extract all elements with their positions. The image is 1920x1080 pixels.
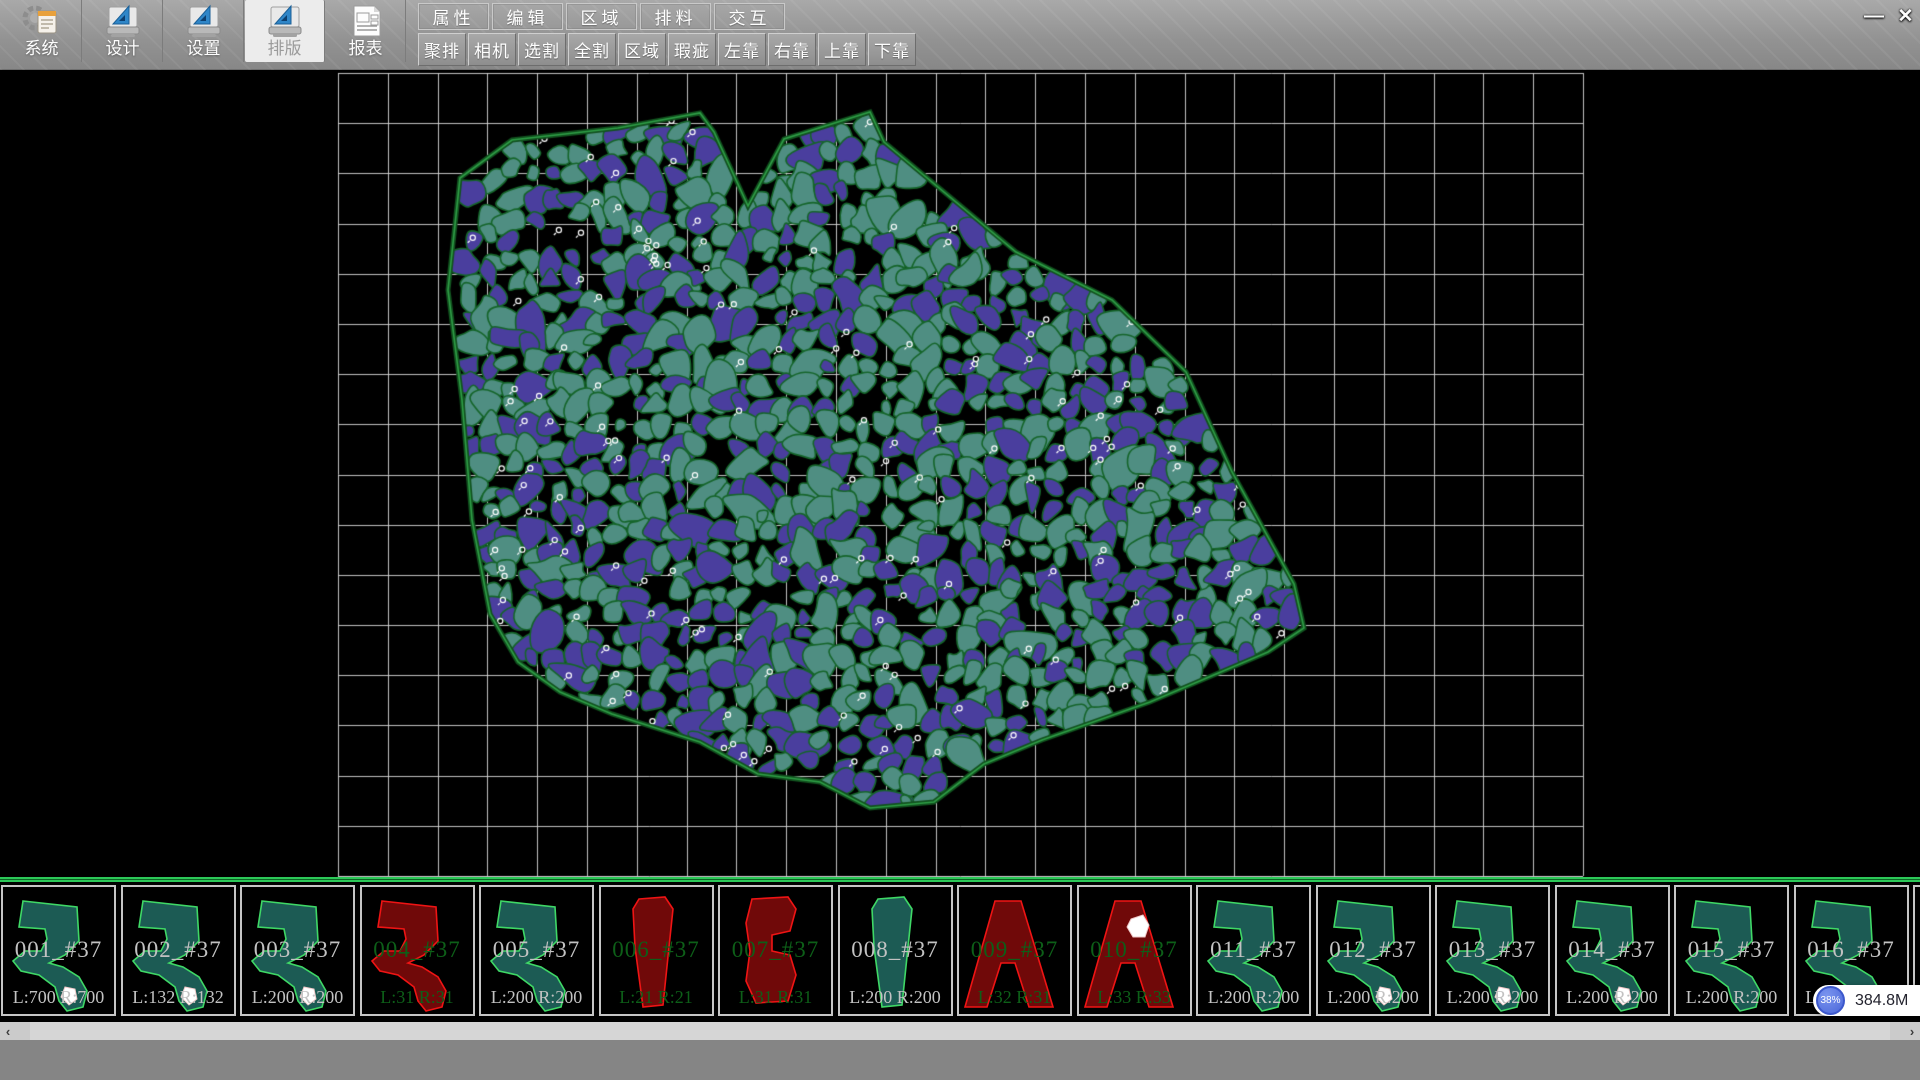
action-button-2[interactable]: 相机 — [468, 33, 516, 66]
piece-name-label: 008_#37 — [840, 937, 951, 963]
action-button-6[interactable]: 瑕疵 — [668, 33, 716, 66]
nesting-canvas[interactable] — [0, 70, 1920, 877]
piece-name-label: 016_#37 — [1796, 937, 1907, 963]
menu-tab-1[interactable]: 属性 — [418, 3, 489, 30]
menu-tab-5[interactable]: 交互 — [714, 3, 785, 30]
thumbnail-piece-10[interactable]: 010_#37 L:33 R:33 — [1077, 885, 1192, 1016]
thumbnail-piece-2[interactable]: 002_#37 L:132 R:132 — [121, 885, 236, 1016]
piece-name-label: 004_#37 — [362, 937, 473, 963]
app-window: 系统设计设置排版报表 属性编辑区域排料交互 聚排相机选割全割区域瑕疵左靠右靠上靠… — [0, 0, 1920, 1080]
nav-button-2[interactable]: 设计 — [83, 0, 163, 62]
piece-name-label: 010_#37 — [1079, 937, 1190, 963]
piece-count-label: L:200 R:200 — [242, 987, 353, 1008]
design-ruler-icon — [101, 3, 145, 39]
nav-button-label: 排版 — [268, 39, 302, 59]
piece-count-label: L:31 R:31 — [720, 987, 831, 1008]
thumbnail-piece-11[interactable]: 011_#37 L:200 R:200 — [1196, 885, 1311, 1016]
action-button-3[interactable]: 选割 — [518, 33, 566, 66]
nesting-ruler-icon — [263, 3, 307, 39]
piece-count-label: L:200 R:200 — [840, 987, 951, 1008]
piece-name-label: 017_#37 — [1915, 937, 1920, 963]
thumbnail-piece-4[interactable]: 004_#37 L:31 R:31 — [360, 885, 475, 1016]
close-button[interactable]: ✕ — [1891, 4, 1920, 28]
piece-name-label: 009_#37 — [959, 937, 1070, 963]
action-button-4[interactable]: 全割 — [568, 33, 616, 66]
thumbnail-piece-15[interactable]: 015_#37 L:200 R:200 — [1674, 885, 1789, 1016]
action-button-8[interactable]: 右靠 — [768, 33, 816, 66]
piece-name-label: 007_#37 — [720, 937, 831, 963]
nav-button-5[interactable]: 报表 — [326, 0, 406, 62]
thumbnail-piece-12[interactable]: 012_#37 L:200 R:200 — [1316, 885, 1431, 1016]
scroll-left-icon[interactable]: ‹ — [0, 1022, 16, 1040]
piece-count-label: L:200 R:200 — [1318, 987, 1429, 1008]
thumbnail-piece-6[interactable]: 006_#37 L:21 R:21 — [599, 885, 714, 1016]
main-toolbar: 系统设计设置排版报表 属性编辑区域排料交互 聚排相机选割全割区域瑕疵左靠右靠上靠… — [0, 0, 1920, 70]
thumbnail-piece-8[interactable]: 008_#37 L:200 R:200 — [838, 885, 953, 1016]
thumbnail-piece-14[interactable]: 014_#37 L:200 R:200 — [1555, 885, 1670, 1016]
thumbnail-piece-7[interactable]: 007_#37 L:31 R:31 — [718, 885, 833, 1016]
thumbnail-piece-1[interactable]: 001_#37 L:700 R:700 — [1, 885, 116, 1016]
piece-name-label: 015_#37 — [1676, 937, 1787, 963]
piece-count-label: L:200 R:200 — [481, 987, 592, 1008]
progress-percent-badge: 38% — [1816, 986, 1845, 1015]
piece-count-label: L:200 R:200 — [1198, 987, 1309, 1008]
piece-name-label: 012_#37 — [1318, 937, 1429, 963]
nav-button-4[interactable]: 排版 — [245, 0, 325, 62]
menu-tab-4[interactable]: 排料 — [640, 3, 711, 30]
action-button-1[interactable]: 聚排 — [418, 33, 466, 66]
piece-count-label: L:21 R:21 — [601, 987, 712, 1008]
scrollbar-track[interactable] — [30, 1022, 1890, 1040]
piece-count-label: L:132 R:132 — [123, 987, 234, 1008]
piece-count-label: L:31 R:31 — [362, 987, 473, 1008]
minimize-button[interactable]: — — [1857, 4, 1891, 28]
nav-button-label: 设置 — [187, 39, 221, 59]
nav-button-3[interactable]: 设置 — [164, 0, 244, 62]
thumbnail-piece-9[interactable]: 009_#37 L:32 R:31 — [957, 885, 1072, 1016]
nav-button-1[interactable]: 系统 — [2, 0, 82, 62]
report-doc-icon — [344, 3, 388, 39]
memory-value-label: 384.8M — [1855, 985, 1908, 1016]
thumbnail-piece-3[interactable]: 003_#37 L:200 R:200 — [240, 885, 355, 1016]
piece-count-label: L:700 R:700 — [3, 987, 114, 1008]
menu-tab-3[interactable]: 区域 — [566, 3, 637, 30]
nav-button-label: 报表 — [349, 39, 383, 59]
nav-button-label: 设计 — [106, 39, 140, 59]
piece-name-label: 001_#37 — [3, 937, 114, 963]
piece-name-label: 003_#37 — [242, 937, 353, 963]
settings-ruler-icon — [182, 3, 226, 39]
piece-name-label: 013_#37 — [1437, 937, 1548, 963]
piece-count-label: L:33 R:33 — [1079, 987, 1190, 1008]
action-button-10[interactable]: 下靠 — [868, 33, 916, 66]
horizontal-scrollbar[interactable]: ‹ › — [0, 1022, 1920, 1040]
piece-name-label: 006_#37 — [601, 937, 712, 963]
piece-count-label: L:200 R:200 — [1437, 987, 1548, 1008]
piece-name-label: 014_#37 — [1557, 937, 1668, 963]
piece-name-label: 005_#37 — [481, 937, 592, 963]
memory-status-badge[interactable]: 38% 384.8M — [1813, 985, 1920, 1016]
action-button-7[interactable]: 左靠 — [718, 33, 766, 66]
system-gear-icon — [20, 3, 64, 39]
status-bar — [0, 1040, 1920, 1080]
thumbnail-piece-13[interactable]: 013_#37 L:200 R:200 — [1435, 885, 1550, 1016]
piece-count-label: L:200 R:200 — [1676, 987, 1787, 1008]
piece-name-label: 002_#37 — [123, 937, 234, 963]
piece-thumbnail-strip: 001_#37 L:700 R:700 002_#37 L:132 R:132 003_… — [0, 882, 1920, 1022]
piece-count-label: L:200 R:200 — [1557, 987, 1668, 1008]
piece-name-label: 011_#37 — [1198, 937, 1309, 963]
piece-count-label: L:32 R:31 — [959, 987, 1070, 1008]
scroll-right-icon[interactable]: › — [1904, 1022, 1920, 1040]
menu-tab-2[interactable]: 编辑 — [492, 3, 563, 30]
thumbnail-piece-5[interactable]: 005_#37 L:200 R:200 — [479, 885, 594, 1016]
action-button-9[interactable]: 上靠 — [818, 33, 866, 66]
action-button-5[interactable]: 区域 — [618, 33, 666, 66]
nav-button-label: 系统 — [25, 39, 59, 59]
